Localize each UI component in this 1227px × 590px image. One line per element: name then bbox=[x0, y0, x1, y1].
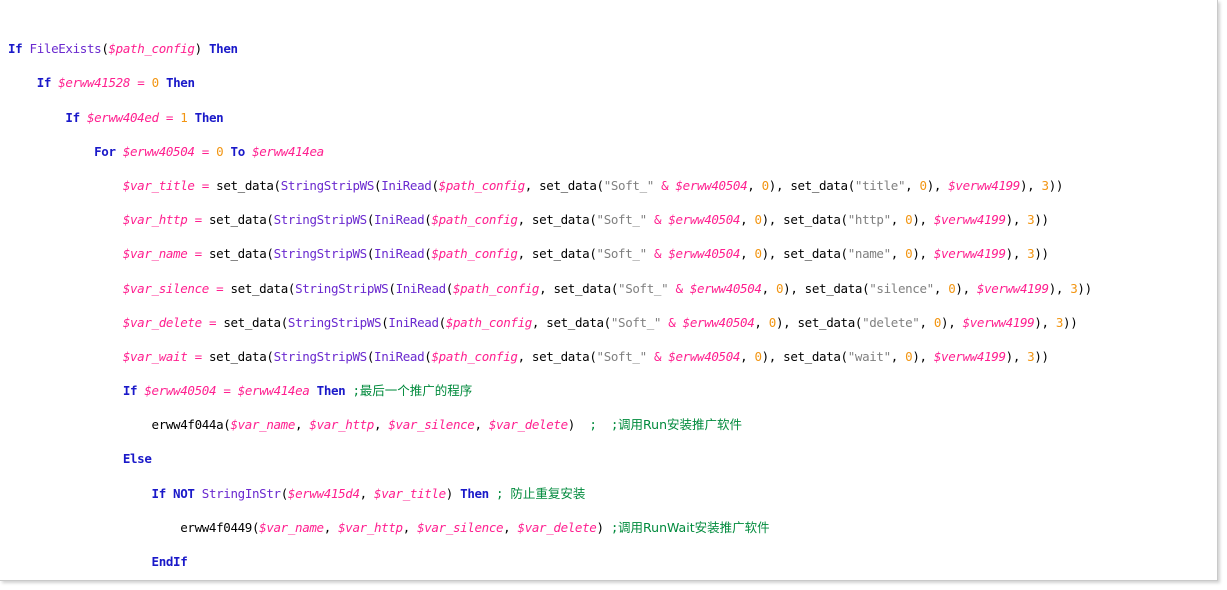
code-line: EndIf bbox=[151, 554, 188, 569]
code-line: If $erww41528 = 0 Then bbox=[36, 75, 195, 91]
code-line: $var_wait = set_data(StringStripWS(IniRe… bbox=[122, 348, 1049, 364]
code-line: Else bbox=[122, 451, 152, 467]
code-listing: If FileExists($path_config) Then If $erw… bbox=[8, 6, 1092, 580]
code-line: $var_title = set_data(StringStripWS(IniR… bbox=[122, 177, 1064, 193]
code-line: For $erww40504 = 0 To $erww414ea bbox=[94, 143, 324, 159]
code-line: $var_name = set_data(StringStripWS(IniRe… bbox=[122, 246, 1049, 262]
code-line: erww4f044a($var_name, $var_http, $var_si… bbox=[151, 417, 743, 433]
code-line: If $erww404ed = 1 Then bbox=[65, 109, 224, 125]
code-line: If $erww40504 = $erww414ea Then ;最后一个推广的… bbox=[122, 383, 473, 399]
code-line: $var_silence = set_data(StringStripWS(In… bbox=[122, 280, 1092, 296]
code-line: If FileExists($path_config) Then bbox=[8, 41, 238, 57]
code-snippet-panel: If FileExists($path_config) Then If $erw… bbox=[0, 0, 1218, 581]
code-line: erww4f0449($var_name, $var_http, $var_si… bbox=[180, 519, 770, 535]
code-line: If NOT StringInStr($erww415d4, $var_titl… bbox=[151, 485, 586, 501]
code-line: $var_delete = set_data(StringStripWS(Ini… bbox=[122, 314, 1078, 330]
code-line: $var_http = set_data(StringStripWS(IniRe… bbox=[122, 212, 1049, 228]
